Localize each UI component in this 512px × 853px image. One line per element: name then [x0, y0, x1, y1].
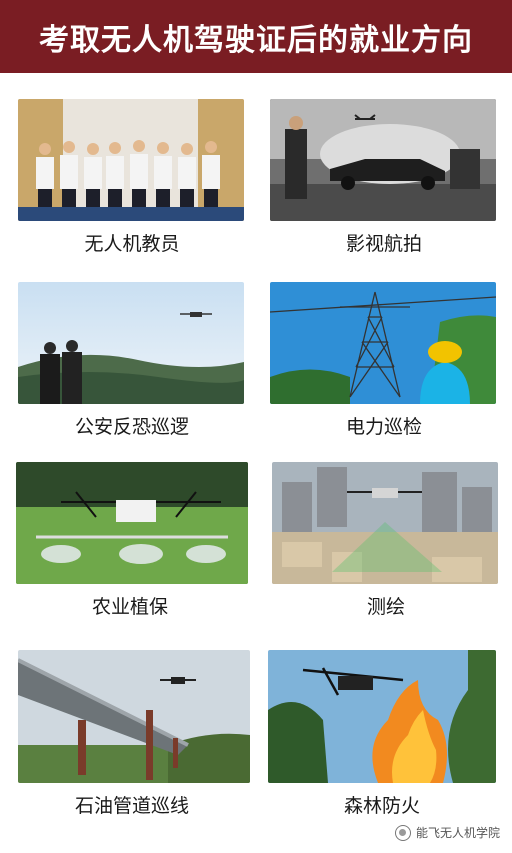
card-film-aerial[interactable]: 影视航拍: [270, 99, 498, 256]
card-caption: 森林防火: [343, 795, 420, 817]
wechat-logo-icon: [394, 824, 411, 841]
instructor-photo: [18, 99, 244, 221]
card-caption: 石油管道巡线: [74, 795, 189, 817]
card-caption: 公安反恐巡逻: [74, 416, 189, 438]
card-police-patrol[interactable]: 公安反恐巡逻: [18, 282, 246, 439]
forest-fire-photo: [268, 650, 496, 783]
film-aerial-photo: [270, 99, 496, 221]
card-forest-fire[interactable]: 森林防火: [268, 650, 496, 818]
career-grid: 无人机教员 影视航拍 公安反恐巡逻 电力巡检 农业植保 测绘 石油管道巡线 森林…: [0, 0, 512, 853]
watermark-text: 能飞无人机学院: [415, 826, 500, 840]
surveying-photo: [272, 462, 498, 584]
card-caption: 电力巡检: [345, 416, 422, 438]
card-caption: 影视航拍: [345, 233, 422, 255]
card-caption: 农业植保: [91, 596, 168, 618]
watermark: 能飞无人机学院: [394, 824, 500, 841]
card-agriculture[interactable]: 农业植保: [16, 462, 248, 619]
card-pipeline[interactable]: 石油管道巡线: [18, 650, 250, 818]
card-instructor[interactable]: 无人机教员: [18, 99, 246, 256]
card-surveying[interactable]: 测绘: [272, 462, 500, 619]
card-power-inspection[interactable]: 电力巡检: [270, 282, 498, 439]
agriculture-photo: [16, 462, 248, 584]
pipeline-photo: [18, 650, 250, 783]
card-caption: 测绘: [366, 596, 405, 618]
power-inspection-photo: [270, 282, 496, 404]
card-caption: 无人机教员: [84, 233, 180, 255]
police-patrol-photo: [18, 282, 244, 404]
